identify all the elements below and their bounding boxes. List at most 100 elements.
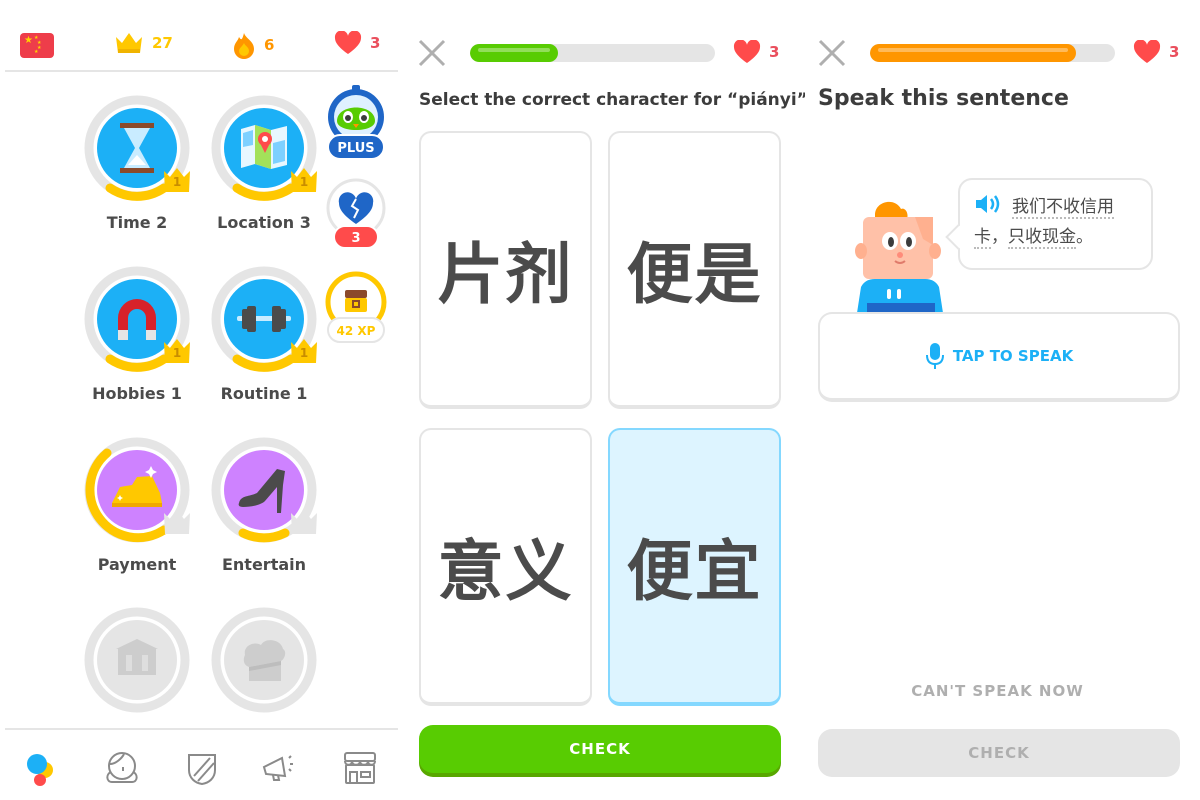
- skill-hobbies[interactable]: 1 Hobbies 1: [77, 264, 197, 403]
- tap-to-speak-button[interactable]: TAP TO SPEAK: [818, 312, 1180, 402]
- sentence-bubble: 我们不收信用 卡，只收现金。: [945, 178, 1153, 270]
- close-icon: [418, 39, 446, 67]
- china-flag-icon[interactable]: ★ ★ ★ ★ ★: [20, 33, 54, 58]
- treasure-chest-icon: 42 XP: [325, 271, 387, 343]
- duo-plus-icon: PLUS: [327, 85, 385, 160]
- sentence-word[interactable]: 只收现金: [1008, 227, 1076, 249]
- punctuation: 。: [1076, 227, 1093, 247]
- learn-dots-icon: [27, 754, 53, 786]
- microphone-icon: [925, 343, 944, 369]
- crown-level-badge: 1: [162, 338, 192, 364]
- speak-sentence-screen: 3 Speak this sentence 我们不收信用 卡，只收现金。 TAP…: [805, 0, 1200, 800]
- heart-icon: [1133, 40, 1161, 63]
- choice-text: 意义: [437, 533, 574, 610]
- crown-placeholder: [289, 509, 319, 535]
- boy-character-icon: [855, 201, 943, 313]
- heart-icon: [334, 31, 362, 54]
- close-lesson-button[interactable]: [817, 38, 847, 68]
- question-prompt: Select the correct character for “piányi…: [419, 90, 808, 110]
- exercise-title: Speak this sentence: [818, 86, 1069, 111]
- choice-card-selected[interactable]: 便宜: [608, 428, 781, 706]
- progress-fill: [470, 44, 559, 62]
- nav-shop[interactable]: [338, 746, 382, 790]
- hearts-count: 3: [370, 34, 381, 52]
- bottom-nav: [0, 740, 400, 796]
- nav-learn[interactable]: [18, 746, 62, 790]
- streak-stat[interactable]: 6: [232, 31, 274, 59]
- crown-placeholder: [162, 509, 192, 535]
- shop-icon: [344, 752, 376, 784]
- nav-news[interactable]: [258, 746, 302, 790]
- sentence-word[interactable]: 卡: [974, 227, 991, 249]
- choice-card[interactable]: 便是: [608, 131, 781, 409]
- fire-icon: [234, 33, 254, 59]
- speaker-icon[interactable]: [974, 193, 1004, 215]
- heart-icon: [733, 40, 761, 63]
- sentence-line: 我们不收信用: [974, 192, 1137, 222]
- nav-leagues[interactable]: [180, 746, 224, 790]
- crown-level-badge: 1: [162, 167, 192, 193]
- crown-stat[interactable]: 27: [114, 31, 173, 55]
- skill-time[interactable]: 1 Time 2: [77, 93, 197, 232]
- skill-entertain[interactable]: Entertain: [204, 435, 324, 574]
- home-top-bar: ★ ★ ★ ★ ★ 27 6 3: [0, 25, 400, 65]
- progress-fill: [870, 44, 1076, 62]
- skill-label: Routine 1: [220, 384, 308, 403]
- home-screen: ★ ★ ★ ★ ★ 27 6 3 1 Time 2 1 Location 3 1…: [0, 0, 400, 800]
- hearts-count: 3: [769, 43, 780, 61]
- close-icon: [818, 39, 846, 67]
- shield-icon: [188, 754, 216, 786]
- sentence-line: 卡，只收现金。: [974, 222, 1137, 252]
- select-character-screen: 3 Select the correct character for “pián…: [405, 0, 808, 800]
- chef-hat-icon: [243, 640, 286, 681]
- svg-text:3: 3: [351, 231, 360, 246]
- broken-hearts-badge[interactable]: 3: [325, 178, 387, 254]
- crown-level-badge: 1: [289, 338, 319, 364]
- close-lesson-button[interactable]: [417, 38, 447, 68]
- skill-routine[interactable]: 1 Routine 1: [204, 264, 324, 403]
- nav-profile[interactable]: [100, 746, 144, 790]
- hearts-indicator: 3: [1133, 40, 1179, 64]
- hearts-indicator: 3: [733, 40, 779, 64]
- character-illustration: [845, 195, 955, 313]
- lesson-header: 3: [805, 30, 1200, 70]
- choice-card[interactable]: 意义: [419, 428, 592, 706]
- map-icon: [241, 125, 287, 169]
- svg-text:42 XP: 42 XP: [337, 324, 376, 338]
- choice-text: 便宜: [626, 533, 763, 610]
- tap-to-speak-label: TAP TO SPEAK: [952, 347, 1074, 365]
- choice-text: 便是: [626, 236, 763, 313]
- sentence-word[interactable]: 我们不收信用: [1012, 197, 1114, 219]
- skill-label: Time 2: [106, 213, 168, 232]
- svg-text:PLUS: PLUS: [337, 141, 374, 156]
- lesson-header: 3: [405, 30, 800, 70]
- skill-payment[interactable]: Payment: [77, 435, 197, 574]
- skill-locked-cooking[interactable]: [204, 605, 324, 715]
- plus-badge[interactable]: PLUS: [325, 85, 387, 165]
- crown-level-badge: 1: [289, 167, 319, 193]
- skill-label: Location 3: [217, 213, 311, 232]
- skill-label: Hobbies 1: [92, 384, 182, 403]
- top-divider: [5, 70, 398, 72]
- streak-count: 6: [264, 36, 275, 54]
- skill-progress-ring: [211, 607, 317, 713]
- lesson-progress-bar: [470, 44, 715, 62]
- cant-speak-now-button[interactable]: CAN'T SPEAK NOW: [805, 682, 1190, 700]
- crown-count: 27: [152, 34, 173, 52]
- xp-chest-badge[interactable]: 42 XP: [325, 268, 387, 350]
- skill-location[interactable]: 1 Location 3: [204, 93, 324, 232]
- hearts-count: 3: [1169, 43, 1180, 61]
- check-button[interactable]: CHECK: [419, 725, 781, 773]
- punctuation: ，: [991, 227, 1008, 247]
- skill-progress-ring: [84, 607, 190, 713]
- hearts-stat[interactable]: 3: [334, 31, 380, 55]
- profile-icon: [106, 752, 138, 783]
- skill-label: Payment: [97, 555, 177, 574]
- skill-label: Entertain: [221, 555, 307, 574]
- skill-locked-bank[interactable]: [77, 605, 197, 715]
- choice-card[interactable]: 片剂: [419, 131, 592, 409]
- choice-text: 片剂: [437, 236, 574, 313]
- bottom-nav-divider: [5, 728, 398, 730]
- check-button-disabled[interactable]: CHECK: [818, 729, 1180, 777]
- crown-icon: [116, 33, 142, 53]
